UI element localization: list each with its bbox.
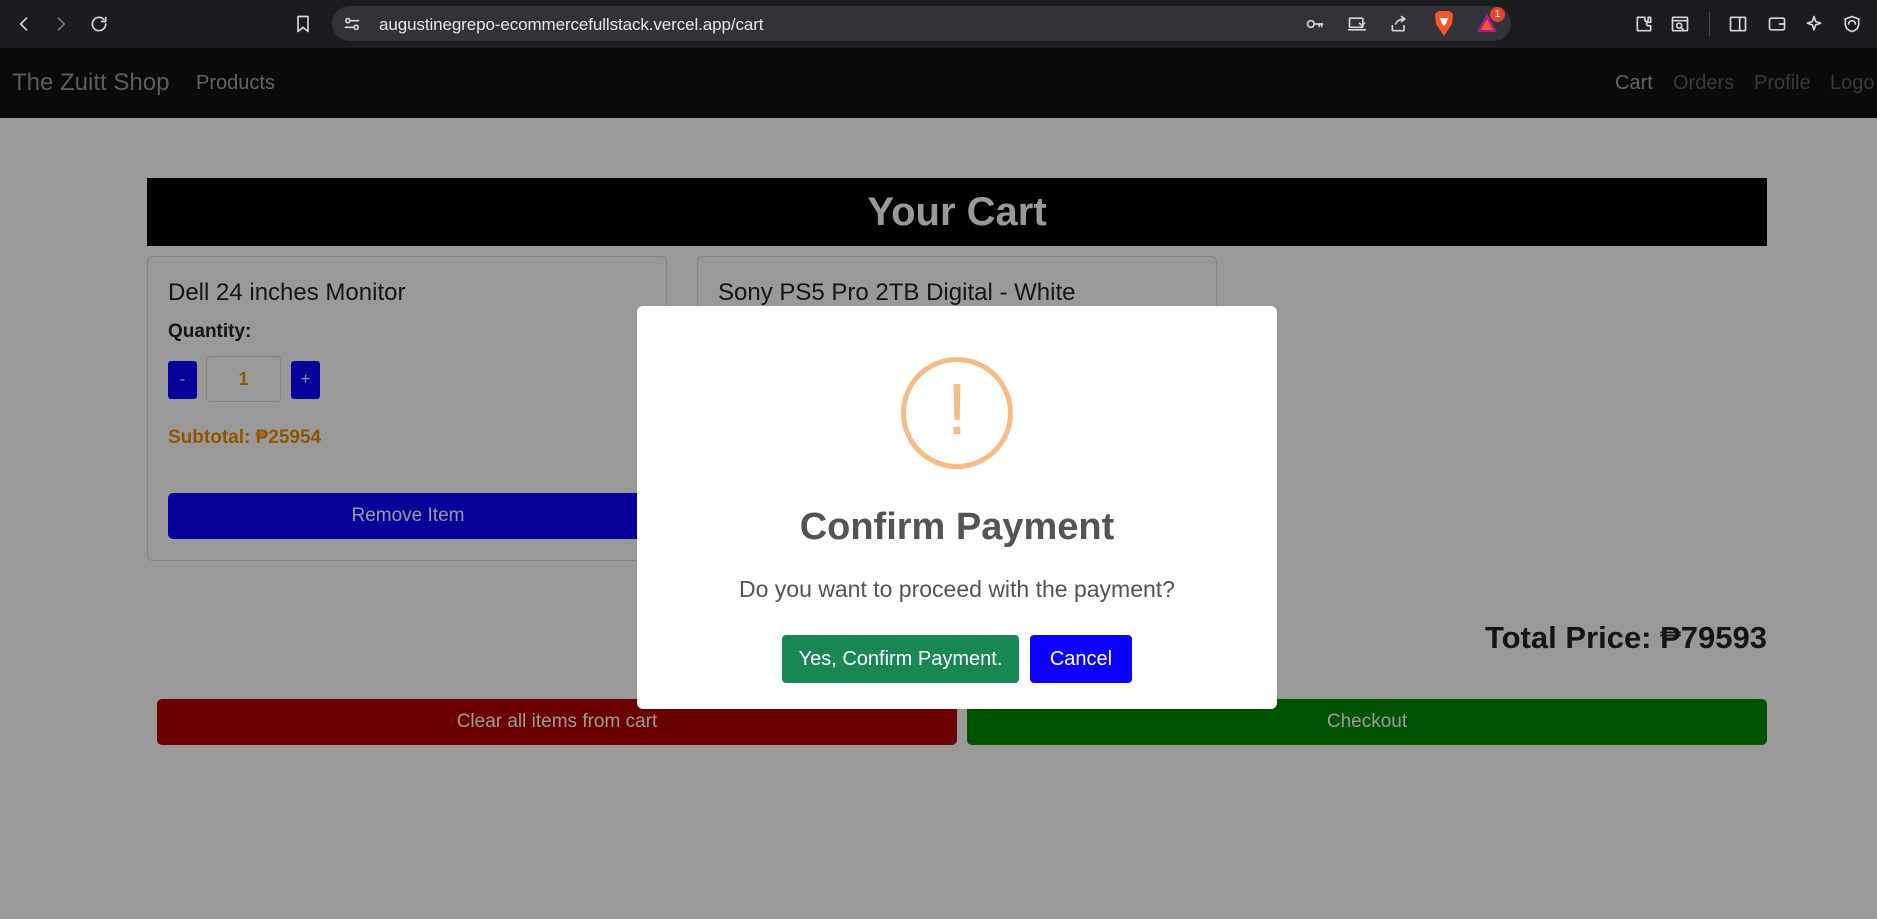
rewards-badge: 1	[1490, 7, 1505, 22]
install-app-icon[interactable]	[1343, 10, 1371, 38]
brave-rewards-icon[interactable]: 1	[1474, 7, 1505, 36]
extensions-icon[interactable]	[1630, 10, 1658, 38]
toolbar-divider	[1709, 12, 1710, 36]
address-bar[interactable]: augustinegrepo-ecommercefullstack.vercel…	[332, 6, 1511, 41]
sidebar-icon[interactable]	[1724, 10, 1752, 38]
vpn-icon[interactable]	[1838, 10, 1866, 38]
share-icon[interactable]	[1385, 10, 1413, 38]
confirm-payment-button[interactable]: Yes, Confirm Payment.	[782, 635, 1019, 683]
warning-mark: !	[946, 370, 967, 450]
wallet-icon[interactable]	[1763, 10, 1791, 38]
site-settings-icon[interactable]	[338, 10, 366, 38]
leo-ai-icon[interactable]	[1800, 10, 1828, 38]
browser-toolbar: augustinegrepo-ecommercefullstack.vercel…	[0, 0, 1877, 48]
reader-mode-icon[interactable]	[1666, 10, 1694, 38]
forward-icon[interactable]	[47, 10, 75, 38]
bookmark-icon[interactable]	[289, 10, 317, 38]
dialog-title: Confirm Payment	[799, 506, 1115, 548]
key-icon[interactable]	[1301, 10, 1329, 38]
dialog-message: Do you want to proceed with the payment?	[739, 576, 1175, 602]
url-text: augustinegrepo-ecommercefullstack.vercel…	[379, 15, 764, 34]
brave-shields-icon[interactable]	[1432, 10, 1456, 37]
cancel-button[interactable]: Cancel	[1030, 635, 1132, 683]
warning-icon: !	[901, 357, 1013, 469]
confirm-payment-dialog: ! Confirm Payment Do you want to proceed…	[637, 306, 1277, 709]
back-icon[interactable]	[10, 10, 38, 38]
reload-icon[interactable]	[85, 10, 113, 38]
